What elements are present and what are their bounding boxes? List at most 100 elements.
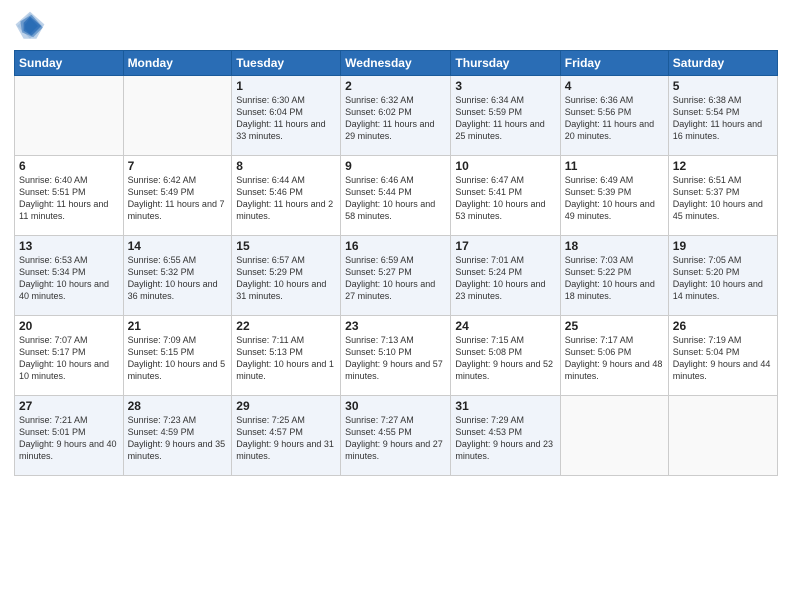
calendar-table: SundayMondayTuesdayWednesdayThursdayFrid… [14, 50, 778, 476]
page: SundayMondayTuesdayWednesdayThursdayFrid… [0, 0, 792, 612]
day-number: 29 [236, 399, 336, 413]
day-info: Sunrise: 6:40 AM Sunset: 5:51 PM Dayligh… [19, 174, 119, 223]
day-number: 30 [345, 399, 446, 413]
calendar-cell [668, 396, 777, 476]
day-info: Sunrise: 7:07 AM Sunset: 5:17 PM Dayligh… [19, 334, 119, 383]
calendar-cell: 24Sunrise: 7:15 AM Sunset: 5:08 PM Dayli… [451, 316, 560, 396]
calendar-cell: 31Sunrise: 7:29 AM Sunset: 4:53 PM Dayli… [451, 396, 560, 476]
day-number: 3 [455, 79, 555, 93]
day-number: 7 [128, 159, 228, 173]
day-info: Sunrise: 7:17 AM Sunset: 5:06 PM Dayligh… [565, 334, 664, 383]
day-info: Sunrise: 6:34 AM Sunset: 5:59 PM Dayligh… [455, 94, 555, 143]
weekday-header-row: SundayMondayTuesdayWednesdayThursdayFrid… [15, 51, 778, 76]
day-number: 6 [19, 159, 119, 173]
calendar-cell: 15Sunrise: 6:57 AM Sunset: 5:29 PM Dayli… [232, 236, 341, 316]
day-number: 26 [673, 319, 773, 333]
day-number: 28 [128, 399, 228, 413]
calendar-cell: 7Sunrise: 6:42 AM Sunset: 5:49 PM Daylig… [123, 156, 232, 236]
calendar-week-3: 13Sunrise: 6:53 AM Sunset: 5:34 PM Dayli… [15, 236, 778, 316]
calendar-week-4: 20Sunrise: 7:07 AM Sunset: 5:17 PM Dayli… [15, 316, 778, 396]
day-info: Sunrise: 6:36 AM Sunset: 5:56 PM Dayligh… [565, 94, 664, 143]
day-info: Sunrise: 7:03 AM Sunset: 5:22 PM Dayligh… [565, 254, 664, 303]
day-number: 25 [565, 319, 664, 333]
calendar-cell: 30Sunrise: 7:27 AM Sunset: 4:55 PM Dayli… [341, 396, 451, 476]
calendar-cell: 29Sunrise: 7:25 AM Sunset: 4:57 PM Dayli… [232, 396, 341, 476]
calendar-cell: 21Sunrise: 7:09 AM Sunset: 5:15 PM Dayli… [123, 316, 232, 396]
calendar-week-1: 1Sunrise: 6:30 AM Sunset: 6:04 PM Daylig… [15, 76, 778, 156]
day-info: Sunrise: 7:09 AM Sunset: 5:15 PM Dayligh… [128, 334, 228, 383]
day-number: 27 [19, 399, 119, 413]
day-number: 4 [565, 79, 664, 93]
day-info: Sunrise: 6:44 AM Sunset: 5:46 PM Dayligh… [236, 174, 336, 223]
day-number: 16 [345, 239, 446, 253]
calendar-cell: 6Sunrise: 6:40 AM Sunset: 5:51 PM Daylig… [15, 156, 124, 236]
calendar-cell: 20Sunrise: 7:07 AM Sunset: 5:17 PM Dayli… [15, 316, 124, 396]
day-number: 23 [345, 319, 446, 333]
calendar-cell: 19Sunrise: 7:05 AM Sunset: 5:20 PM Dayli… [668, 236, 777, 316]
calendar-week-2: 6Sunrise: 6:40 AM Sunset: 5:51 PM Daylig… [15, 156, 778, 236]
calendar-cell: 5Sunrise: 6:38 AM Sunset: 5:54 PM Daylig… [668, 76, 777, 156]
day-number: 21 [128, 319, 228, 333]
day-number: 15 [236, 239, 336, 253]
weekday-header-wednesday: Wednesday [341, 51, 451, 76]
day-info: Sunrise: 6:59 AM Sunset: 5:27 PM Dayligh… [345, 254, 446, 303]
calendar-cell: 16Sunrise: 6:59 AM Sunset: 5:27 PM Dayli… [341, 236, 451, 316]
calendar-cell [560, 396, 668, 476]
day-number: 19 [673, 239, 773, 253]
logo-icon [14, 10, 46, 42]
day-info: Sunrise: 7:23 AM Sunset: 4:59 PM Dayligh… [128, 414, 228, 463]
weekday-header-thursday: Thursday [451, 51, 560, 76]
logo [14, 10, 52, 42]
day-number: 17 [455, 239, 555, 253]
calendar-cell: 26Sunrise: 7:19 AM Sunset: 5:04 PM Dayli… [668, 316, 777, 396]
day-info: Sunrise: 7:27 AM Sunset: 4:55 PM Dayligh… [345, 414, 446, 463]
day-number: 5 [673, 79, 773, 93]
calendar-cell: 14Sunrise: 6:55 AM Sunset: 5:32 PM Dayli… [123, 236, 232, 316]
day-number: 18 [565, 239, 664, 253]
day-info: Sunrise: 6:47 AM Sunset: 5:41 PM Dayligh… [455, 174, 555, 223]
day-info: Sunrise: 6:55 AM Sunset: 5:32 PM Dayligh… [128, 254, 228, 303]
day-number: 31 [455, 399, 555, 413]
weekday-header-sunday: Sunday [15, 51, 124, 76]
day-number: 8 [236, 159, 336, 173]
weekday-header-monday: Monday [123, 51, 232, 76]
day-info: Sunrise: 7:11 AM Sunset: 5:13 PM Dayligh… [236, 334, 336, 383]
day-number: 20 [19, 319, 119, 333]
calendar-cell: 18Sunrise: 7:03 AM Sunset: 5:22 PM Dayli… [560, 236, 668, 316]
day-number: 1 [236, 79, 336, 93]
calendar-cell: 10Sunrise: 6:47 AM Sunset: 5:41 PM Dayli… [451, 156, 560, 236]
calendar-cell [15, 76, 124, 156]
calendar-cell: 8Sunrise: 6:44 AM Sunset: 5:46 PM Daylig… [232, 156, 341, 236]
calendar-cell: 23Sunrise: 7:13 AM Sunset: 5:10 PM Dayli… [341, 316, 451, 396]
calendar-cell: 28Sunrise: 7:23 AM Sunset: 4:59 PM Dayli… [123, 396, 232, 476]
day-info: Sunrise: 6:42 AM Sunset: 5:49 PM Dayligh… [128, 174, 228, 223]
day-info: Sunrise: 6:38 AM Sunset: 5:54 PM Dayligh… [673, 94, 773, 143]
day-info: Sunrise: 7:25 AM Sunset: 4:57 PM Dayligh… [236, 414, 336, 463]
calendar-cell: 11Sunrise: 6:49 AM Sunset: 5:39 PM Dayli… [560, 156, 668, 236]
day-number: 11 [565, 159, 664, 173]
day-info: Sunrise: 7:15 AM Sunset: 5:08 PM Dayligh… [455, 334, 555, 383]
day-number: 13 [19, 239, 119, 253]
day-info: Sunrise: 6:32 AM Sunset: 6:02 PM Dayligh… [345, 94, 446, 143]
calendar-cell: 4Sunrise: 6:36 AM Sunset: 5:56 PM Daylig… [560, 76, 668, 156]
weekday-header-tuesday: Tuesday [232, 51, 341, 76]
calendar-cell: 3Sunrise: 6:34 AM Sunset: 5:59 PM Daylig… [451, 76, 560, 156]
day-info: Sunrise: 7:05 AM Sunset: 5:20 PM Dayligh… [673, 254, 773, 303]
calendar-cell: 2Sunrise: 6:32 AM Sunset: 6:02 PM Daylig… [341, 76, 451, 156]
day-info: Sunrise: 6:51 AM Sunset: 5:37 PM Dayligh… [673, 174, 773, 223]
calendar-cell: 1Sunrise: 6:30 AM Sunset: 6:04 PM Daylig… [232, 76, 341, 156]
day-info: Sunrise: 6:57 AM Sunset: 5:29 PM Dayligh… [236, 254, 336, 303]
day-info: Sunrise: 7:01 AM Sunset: 5:24 PM Dayligh… [455, 254, 555, 303]
calendar-cell: 9Sunrise: 6:46 AM Sunset: 5:44 PM Daylig… [341, 156, 451, 236]
day-info: Sunrise: 6:49 AM Sunset: 5:39 PM Dayligh… [565, 174, 664, 223]
day-number: 24 [455, 319, 555, 333]
day-number: 9 [345, 159, 446, 173]
weekday-header-saturday: Saturday [668, 51, 777, 76]
day-number: 14 [128, 239, 228, 253]
day-info: Sunrise: 7:13 AM Sunset: 5:10 PM Dayligh… [345, 334, 446, 383]
calendar-cell [123, 76, 232, 156]
calendar-cell: 25Sunrise: 7:17 AM Sunset: 5:06 PM Dayli… [560, 316, 668, 396]
calendar-cell: 17Sunrise: 7:01 AM Sunset: 5:24 PM Dayli… [451, 236, 560, 316]
day-info: Sunrise: 7:21 AM Sunset: 5:01 PM Dayligh… [19, 414, 119, 463]
day-info: Sunrise: 7:19 AM Sunset: 5:04 PM Dayligh… [673, 334, 773, 383]
